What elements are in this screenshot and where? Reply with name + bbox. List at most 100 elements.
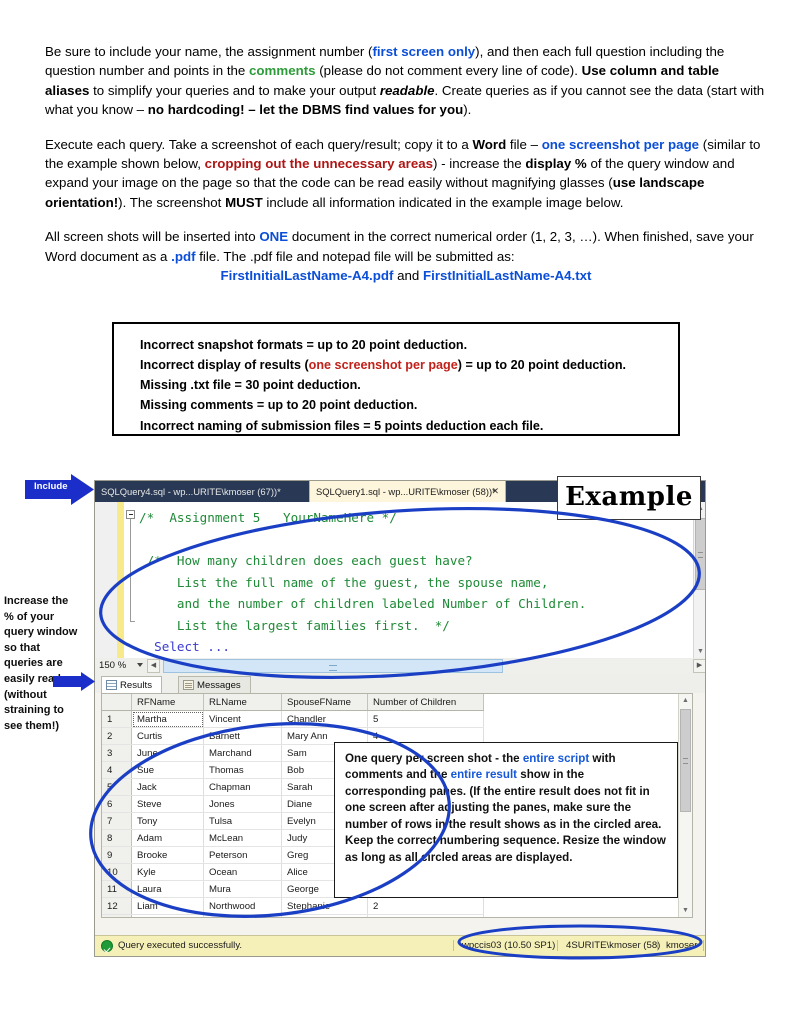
cell-number-of-children[interactable]: 5 <box>367 710 484 728</box>
table-row[interactable]: 13SadieRufaloTom2 <box>102 914 484 917</box>
deduction-text: Incorrect display of results ( <box>140 358 309 373</box>
column-header-rfname[interactable]: RFName <box>131 694 204 711</box>
deductions-box: Incorrect snapshot formats = up to 20 po… <box>112 322 680 436</box>
sql-code-text[interactable]: /* Assignment 5 YourNameHere */ /* How m… <box>139 507 586 658</box>
editor-horizontal-scrollbar[interactable] <box>163 659 691 673</box>
row-number[interactable]: 11 <box>102 880 132 898</box>
cell-number-of-children[interactable]: 2 <box>367 914 484 917</box>
text-run-emphasis: comments <box>249 63 316 79</box>
deduction-line: Incorrect naming of submission files = 5… <box>140 416 678 436</box>
scroll-down-icon[interactable]: ▼ <box>679 904 692 917</box>
tab-messages[interactable]: Messages <box>178 676 251 693</box>
scrollbar-thumb[interactable] <box>695 518 705 590</box>
code-line-5: and the number of children labeled Numbe… <box>139 596 587 611</box>
tab-sqlquery4[interactable]: SQLQuery4.sql - wp...URITE\kmoser (67))* <box>95 481 309 502</box>
column-header-rlname[interactable]: RLName <box>203 694 282 711</box>
grid-corner-cell[interactable] <box>102 694 132 711</box>
editor-vertical-scrollbar[interactable]: ▲ ▼ <box>693 502 705 658</box>
tab-sqlquery1[interactable]: SQLQuery1.sql - wp...URITE\kmoser (58))*… <box>309 481 506 502</box>
callout-text-emphasis: entire result <box>450 768 518 782</box>
editor-change-margin <box>117 502 124 658</box>
cell-rlname[interactable]: Marchand <box>203 744 282 762</box>
cell-rfname[interactable]: Liam <box>131 897 204 915</box>
cell-rlname[interactable]: Northwood <box>203 897 282 915</box>
row-number[interactable]: 5 <box>102 778 132 796</box>
cell-rfname[interactable]: Curtis <box>131 727 204 745</box>
scroll-right-icon[interactable]: ▶ <box>693 659 705 673</box>
text-run: and <box>393 268 423 284</box>
results-tab-strip: Results Messages <box>95 675 705 693</box>
row-number[interactable]: 3 <box>102 744 132 762</box>
deduction-line: Missing comments = up to 20 point deduct… <box>140 395 678 415</box>
zoom-arrow-icon <box>53 672 95 691</box>
sql-editor-pane[interactable]: /* Assignment 5 YourNameHere */ /* How m… <box>95 502 705 659</box>
scrollbar-thumb[interactable] <box>163 659 503 673</box>
row-number[interactable]: 13 <box>102 914 132 917</box>
cell-rfname[interactable]: Jack <box>131 778 204 796</box>
chevron-down-icon[interactable] <box>137 663 143 667</box>
cell-spousefname[interactable]: Chandler <box>281 710 368 728</box>
row-number[interactable]: 6 <box>102 795 132 813</box>
row-number[interactable]: 8 <box>102 829 132 847</box>
code-line-7: Select ... <box>139 639 230 654</box>
scroll-up-icon[interactable]: ▲ <box>679 694 692 707</box>
cell-rfname[interactable]: Adam <box>131 829 204 847</box>
submission-filename-txt: FirstInitialLastName-A4.txt <box>423 268 592 284</box>
cell-rlname[interactable]: Vincent <box>203 710 282 728</box>
collapse-region-icon[interactable] <box>126 510 135 519</box>
cell-rfname[interactable]: Steve <box>131 795 204 813</box>
row-number[interactable]: 12 <box>102 897 132 915</box>
deduction-text: ) = up to 20 point deduction. <box>457 358 627 373</box>
table-row[interactable]: 12 Liam Northwood Stephanie 2 <box>102 897 484 915</box>
column-header-spousefname[interactable]: SpouseFName <box>281 694 368 711</box>
results-vertical-scrollbar[interactable]: ▲ ▼ <box>678 694 692 917</box>
cell-rfname[interactable]: Tony <box>131 812 204 830</box>
cell-rlname[interactable]: Chapman <box>203 778 282 796</box>
deduction-text-emphasis: one screenshot per page <box>308 358 458 373</box>
table-row[interactable]: 1 Martha Vincent Chandler 5 <box>102 710 484 728</box>
cell-rfname[interactable]: Martha <box>131 710 204 728</box>
cell-rlname[interactable]: Mura <box>203 880 282 898</box>
callout-text: One query per screen shot - the <box>345 752 523 765</box>
row-number[interactable]: 9 <box>102 846 132 864</box>
cell-rlname[interactable]: Ocean <box>203 863 282 881</box>
cell-rlname[interactable]: Jones <box>203 795 282 813</box>
tab-results[interactable]: Results <box>101 676 162 693</box>
row-number[interactable]: 2 <box>102 727 132 745</box>
cell-rlname[interactable]: Barnett <box>203 727 282 745</box>
paragraph-2: Execute each query. Take a screenshot of… <box>45 135 767 213</box>
deduction-text: Missing comments = up to 20 point deduct… <box>140 398 418 413</box>
column-header-number-of-children[interactable]: Number of Children <box>367 694 484 711</box>
cell-rfname[interactable]: Brooke <box>131 846 204 864</box>
editor-gutter <box>95 502 117 658</box>
close-icon[interactable]: ✕ <box>491 481 499 502</box>
scroll-down-icon[interactable]: ▼ <box>694 645 705 658</box>
scrollbar-thumb[interactable] <box>680 709 691 812</box>
row-number[interactable]: 10 <box>102 863 132 881</box>
cell-rlname[interactable]: Peterson <box>203 846 282 864</box>
zoom-level-value[interactable]: 150 % <box>99 660 126 671</box>
editor-fold-column <box>124 502 138 658</box>
instructions-body: Be sure to include your name, the assign… <box>45 42 767 285</box>
cell-number-of-children[interactable]: 2 <box>367 897 484 915</box>
cell-spousefname[interactable]: Stephanie <box>281 897 368 915</box>
text-run: file. The .pdf file and notepad file wil… <box>195 248 515 264</box>
example-label-text: Example <box>565 482 693 512</box>
cell-rfname[interactable]: Laura <box>131 880 204 898</box>
row-number[interactable]: 4 <box>102 761 132 779</box>
cell-rfname[interactable]: Sadie <box>131 914 204 917</box>
left-margin-note: Increase the % of your query window so t… <box>4 595 78 732</box>
cell-rfname[interactable]: June <box>131 744 204 762</box>
cell-rlname[interactable]: McLean <box>203 829 282 847</box>
grid-icon <box>106 680 117 690</box>
cell-rfname[interactable]: Sue <box>131 761 204 779</box>
status-login: 4SURITE\kmoser (58) <box>557 940 660 951</box>
cell-rfname[interactable]: Kyle <box>131 863 204 881</box>
row-number[interactable]: 1 <box>102 710 132 728</box>
cell-rlname[interactable]: Rufalo <box>203 914 282 917</box>
cell-rlname[interactable]: Thomas <box>203 761 282 779</box>
scroll-left-icon[interactable]: ◀ <box>147 659 160 673</box>
cell-spousefname[interactable]: Tom <box>281 914 368 917</box>
cell-rlname[interactable]: Tulsa <box>203 812 282 830</box>
row-number[interactable]: 7 <box>102 812 132 830</box>
